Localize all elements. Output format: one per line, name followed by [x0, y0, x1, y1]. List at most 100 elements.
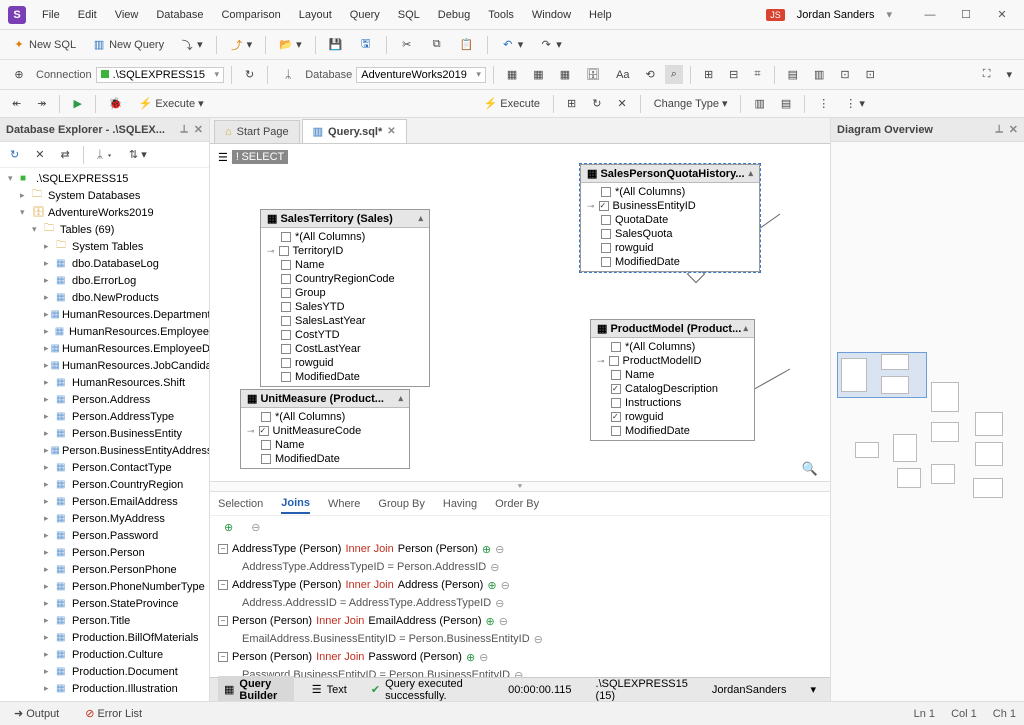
- join-row[interactable]: − Person (Person) Inner Join EmailAddres…: [218, 612, 822, 630]
- tab-close-icon[interactable]: ✕: [387, 126, 395, 137]
- tab-query[interactable]: ▥Query.sql*✕: [302, 119, 407, 143]
- column-row[interactable]: CountryRegionCode: [261, 272, 429, 286]
- conn-struct-icon[interactable]: ᛦ: [275, 65, 301, 85]
- column-row[interactable]: rowguid: [591, 410, 754, 424]
- tree-server[interactable]: ▾■.\SQLEXPRESS15: [0, 170, 209, 187]
- tb-open-1[interactable]: ⤴▾: [224, 35, 259, 55]
- tb2-ico-n[interactable]: ⊡: [860, 65, 881, 84]
- zoom-icon[interactable]: 🔍: [802, 461, 818, 477]
- tb2-ico-l[interactable]: ▥: [808, 65, 830, 84]
- column-row[interactable]: ModifiedDate: [591, 424, 754, 438]
- column-row[interactable]: Instructions: [591, 396, 754, 410]
- output-tab[interactable]: ➜Output: [8, 704, 65, 723]
- tb3-ico-a[interactable]: ⊞: [561, 94, 582, 113]
- tree-table[interactable]: ▸▦Person.MyAddress: [0, 510, 209, 527]
- tree-table[interactable]: ▸▦Person.PhoneNumberType: [0, 578, 209, 595]
- tree-table[interactable]: ▸▦Person.PersonPhone: [0, 561, 209, 578]
- tree-table[interactable]: ▸▦dbo.DatabaseLog: [0, 255, 209, 272]
- table-node-unitmeasure[interactable]: ▦ UnitMeasure (Product...▴ *(All Columns…: [240, 389, 410, 469]
- column-row[interactable]: ⊸BusinessEntityID: [581, 199, 759, 213]
- explorer-link-icon[interactable]: ⇄: [54, 145, 75, 164]
- overview-pin-icon[interactable]: ⟂: [995, 123, 1002, 136]
- tb2-ico-f[interactable]: ⟲: [640, 65, 661, 84]
- save-button[interactable]: 💾: [323, 35, 349, 55]
- column-row[interactable]: Name: [241, 438, 409, 452]
- mode-text[interactable]: ☰Text: [306, 681, 353, 698]
- save-all-button[interactable]: 🖫: [353, 35, 379, 55]
- remove-join-icon[interactable]: ⊖: [245, 518, 266, 537]
- stop-icon[interactable]: ⚡Execute: [478, 94, 546, 113]
- tree-table[interactable]: ▸▦dbo.NewProducts: [0, 289, 209, 306]
- status-more-icon[interactable]: ▾: [804, 681, 822, 698]
- explorer-sort-icon[interactable]: ⇅ ▾: [123, 145, 153, 164]
- exec-prev-icon[interactable]: ↞: [6, 94, 27, 113]
- column-row[interactable]: SalesLastYear: [261, 314, 429, 328]
- cut-button[interactable]: ✂: [394, 35, 420, 55]
- tree-sysdb[interactable]: ▸🗀System Databases: [0, 187, 209, 204]
- tb2-ico-h[interactable]: ⊞: [698, 65, 719, 84]
- tb3-ico-f[interactable]: ⋮: [812, 94, 835, 113]
- database-combo[interactable]: AdventureWorks2019: [356, 67, 486, 83]
- join-row[interactable]: − Person (Person) Inner Join Password (P…: [218, 648, 822, 666]
- column-row[interactable]: Name: [261, 258, 429, 272]
- column-row[interactable]: QuotaDate: [581, 213, 759, 227]
- column-row[interactable]: SalesYTD: [261, 300, 429, 314]
- menu-window[interactable]: Window: [524, 5, 579, 25]
- folder-open-button[interactable]: 📂▾: [273, 35, 308, 55]
- tree-table[interactable]: ▸▦Person.Title: [0, 612, 209, 629]
- tree-table[interactable]: ▸▦Production.Document: [0, 663, 209, 680]
- tree-table[interactable]: ▸▦Production.Illustration: [0, 680, 209, 697]
- menu-edit[interactable]: Edit: [70, 5, 105, 25]
- tree-table[interactable]: ▸▦Person.Address: [0, 391, 209, 408]
- user-dropdown-icon[interactable]: ▾: [886, 8, 892, 21]
- column-row[interactable]: ⊸ProductModelID: [591, 354, 754, 368]
- diagram-canvas[interactable]: ☰ ! SELECT ▦ SalesTerritory (Sales)▴ *(A…: [210, 144, 830, 481]
- menu-comparison[interactable]: Comparison: [213, 5, 288, 25]
- tree-table[interactable]: ▸▦HumanResources.JobCandida: [0, 357, 209, 374]
- redo-button[interactable]: ↷▾: [533, 35, 568, 55]
- column-row[interactable]: Group: [261, 286, 429, 300]
- tree-table[interactable]: ▸▦Production.BillOfMaterials: [0, 629, 209, 646]
- tb2-ico-k[interactable]: ▤: [782, 65, 804, 84]
- undo-button[interactable]: ↶▾: [495, 35, 530, 55]
- column-row[interactable]: ModifiedDate: [241, 452, 409, 466]
- tree-table[interactable]: ▸▦dbo.ErrorLog: [0, 272, 209, 289]
- change-type-button[interactable]: Change Type ▾: [648, 94, 734, 113]
- column-row[interactable]: *(All Columns): [261, 230, 429, 244]
- new-sql-button[interactable]: ✦New SQL: [6, 35, 82, 55]
- column-row[interactable]: CostYTD: [261, 328, 429, 342]
- tb2-ico-fit[interactable]: ⛶: [977, 65, 997, 84]
- join-condition[interactable]: Password.BusinessEntityID = Person.Busin…: [218, 666, 822, 677]
- tree-table[interactable]: ▸▦Person.CountryRegion: [0, 476, 209, 493]
- tb2-ico-g[interactable]: ⌕: [665, 65, 683, 84]
- tab-start-page[interactable]: ⌂Start Page: [214, 120, 300, 143]
- column-row[interactable]: rowguid: [581, 241, 759, 255]
- subtab-joins[interactable]: Joins: [281, 494, 310, 514]
- add-join-icon[interactable]: ⊕: [218, 518, 239, 537]
- overview-canvas[interactable]: [831, 142, 1024, 701]
- user-name[interactable]: Jordan Sanders: [797, 9, 875, 21]
- join-condition[interactable]: AddressType.AddressTypeID = Person.Addre…: [218, 558, 822, 576]
- tree-table[interactable]: ▸▦Person.ContactType: [0, 459, 209, 476]
- menu-file[interactable]: File: [34, 5, 68, 25]
- table-node-salesquota[interactable]: ▦ SalesPersonQuotaHistory...▴ *(All Colu…: [580, 164, 760, 272]
- tb3-ico-e[interactable]: ▤: [775, 94, 797, 113]
- tree-table[interactable]: ▸▦Person.EmailAddress: [0, 493, 209, 510]
- paste-button[interactable]: 📋: [454, 35, 480, 55]
- tree-table[interactable]: ▸▦Person.StateProvince: [0, 595, 209, 612]
- tree-table[interactable]: ▸▦HumanResources.EmployeeDe: [0, 340, 209, 357]
- maximize-button[interactable]: ☐: [952, 5, 980, 25]
- horizontal-splitter[interactable]: [210, 481, 830, 491]
- explorer-tree[interactable]: ▾■.\SQLEXPRESS15 ▸🗀System Databases ▾🗄Ad…: [0, 168, 209, 701]
- menu-help[interactable]: Help: [581, 5, 620, 25]
- explorer-filter-icon[interactable]: ᛦ ▾: [91, 146, 119, 164]
- conn-refresh-icon[interactable]: ↻: [239, 65, 260, 84]
- join-row[interactable]: − AddressType (Person) Inner Join Addres…: [218, 576, 822, 594]
- tb3-refresh-icon[interactable]: ↻: [586, 94, 607, 113]
- menu-query[interactable]: Query: [342, 5, 388, 25]
- column-row[interactable]: *(All Columns): [241, 410, 409, 424]
- menu-tools[interactable]: Tools: [480, 5, 522, 25]
- minimize-button[interactable]: —: [916, 5, 944, 25]
- column-row[interactable]: CatalogDescription: [591, 382, 754, 396]
- column-row[interactable]: ⊸TerritoryID: [261, 244, 429, 258]
